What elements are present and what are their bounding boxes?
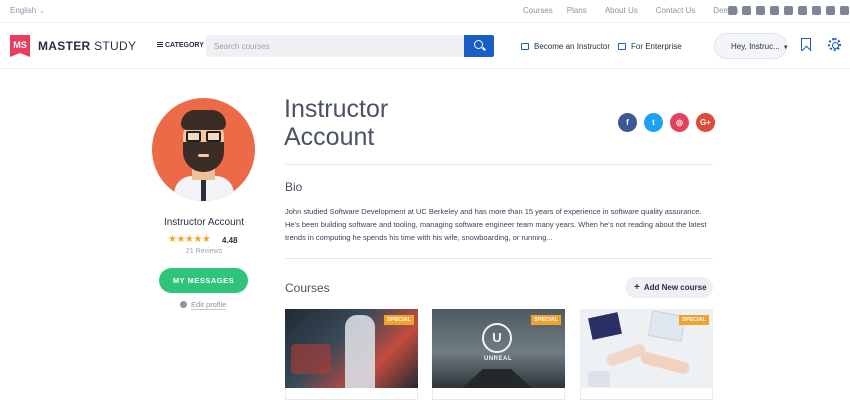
thumbnail-detail	[462, 369, 532, 388]
add-new-course-button[interactable]: + Add New course	[625, 277, 713, 298]
become-instructor-link[interactable]: Become an Instructor	[521, 42, 610, 51]
top-link-courses[interactable]: Courses	[523, 6, 553, 15]
avatar-mouth	[198, 154, 209, 157]
my-messages-button[interactable]: MY MESSAGES	[159, 268, 248, 293]
cog-icon	[180, 301, 187, 308]
top-link-about[interactable]: About Us	[605, 6, 638, 15]
top-link-plans[interactable]: Plans	[567, 6, 587, 15]
search-icon	[474, 40, 483, 49]
git-icon[interactable]	[798, 6, 807, 15]
logo-icon[interactable]: MS	[10, 35, 30, 57]
share-icons: f t ◎ G+	[618, 113, 715, 132]
main-header: MS MASTER STUDY CATEGORY Become an Instr…	[0, 23, 850, 69]
logo-bold: MASTER	[38, 39, 91, 53]
edit-profile-link[interactable]: Edit profile	[180, 300, 227, 310]
thumbnail-detail	[588, 312, 622, 340]
for-enterprise-link[interactable]: For Enterprise	[618, 42, 682, 51]
briefcase-icon	[618, 43, 626, 50]
menu-icon	[157, 42, 163, 47]
settings-gear-icon[interactable]	[828, 38, 841, 51]
logo-text[interactable]: MASTER STUDY	[38, 39, 136, 53]
google-icon[interactable]	[812, 6, 821, 15]
user-menu-button[interactable]: Hey, Instruc... ▼	[714, 33, 789, 59]
unreal-logo-icon: U	[482, 323, 512, 353]
unreal-logo-text: UNREAL	[484, 356, 512, 362]
megaphone-icon	[521, 43, 529, 50]
twitter-icon[interactable]	[728, 6, 737, 15]
special-badge: SPECIAL	[384, 315, 414, 325]
facebook-icon[interactable]	[840, 6, 849, 15]
bio-text: John studied Software Development at UC …	[285, 207, 707, 242]
facebook-icon[interactable]: f	[618, 113, 637, 132]
bookmark-icon[interactable]	[801, 38, 811, 51]
instagram-icon[interactable]	[742, 6, 751, 15]
course-card[interactable]: SPECIAL	[285, 309, 418, 400]
chevron-down-icon: ⌄	[39, 8, 46, 15]
linkedin-icon[interactable]	[826, 6, 835, 15]
avatar-glasses-right	[206, 131, 221, 142]
page-title: Instructor Account	[284, 95, 389, 151]
top-bar: English ⌄ Courses Plans About Us Contact …	[0, 0, 850, 23]
for-enterprise-label: For Enterprise	[631, 42, 682, 51]
thumbnail-detail	[588, 371, 610, 387]
course-info	[285, 388, 418, 400]
top-links: Courses Plans About Us Contact Us Demos	[523, 6, 757, 15]
top-social-icons	[728, 6, 849, 15]
course-card[interactable]: U UNREAL SPECIAL	[432, 309, 565, 400]
search-button[interactable]	[464, 35, 494, 57]
become-instructor-label: Become an Instructor	[534, 42, 611, 51]
caret-down-icon: ▼	[782, 45, 789, 51]
dribbble-icon[interactable]	[770, 6, 779, 15]
google-plus-icon[interactable]: G+	[696, 113, 715, 132]
language-label: English	[10, 6, 37, 15]
thumbnail-detail	[345, 315, 375, 388]
instagram-icon[interactable]: ◎	[670, 113, 689, 132]
avatar-tie	[201, 180, 206, 201]
thumbnail-detail	[291, 344, 331, 374]
bio-heading: Bio	[285, 180, 303, 194]
divider	[285, 258, 713, 259]
rating-stars: ★★★★★	[168, 234, 211, 245]
avatar-beard	[183, 142, 224, 172]
special-badge: SPECIAL	[531, 315, 561, 325]
divider	[285, 164, 713, 165]
search-input[interactable]	[206, 35, 464, 57]
reviews-count[interactable]: 21 Reviews	[150, 248, 258, 255]
avatar	[152, 98, 255, 201]
instructor-name: Instructor Account	[163, 217, 245, 228]
special-badge: SPECIAL	[679, 315, 709, 325]
course-info	[432, 388, 565, 400]
behance-icon[interactable]	[756, 6, 765, 15]
courses-heading: Courses	[285, 281, 330, 295]
edit-profile-label: Edit profile	[191, 300, 227, 310]
avatar-hair	[181, 110, 226, 130]
rating-value: 4.48	[222, 236, 238, 245]
avatar-glasses-left	[186, 131, 201, 142]
user-menu-label: Hey, Instruc...	[731, 42, 780, 51]
add-new-course-label: Add New course	[643, 283, 707, 292]
category-button[interactable]: CATEGORY	[157, 42, 204, 49]
twitter-icon[interactable]: t	[644, 113, 663, 132]
category-label: CATEGORY	[165, 42, 204, 49]
course-card[interactable]: SPECIAL	[580, 309, 713, 400]
thumbnail-detail	[639, 350, 691, 376]
plus-icon: +	[634, 282, 640, 293]
flickr-icon[interactable]	[784, 6, 793, 15]
top-link-contact[interactable]: Contact Us	[656, 6, 696, 15]
course-info	[580, 388, 713, 400]
logo-light: STUDY	[94, 39, 137, 53]
language-selector[interactable]: English ⌄	[10, 6, 45, 15]
